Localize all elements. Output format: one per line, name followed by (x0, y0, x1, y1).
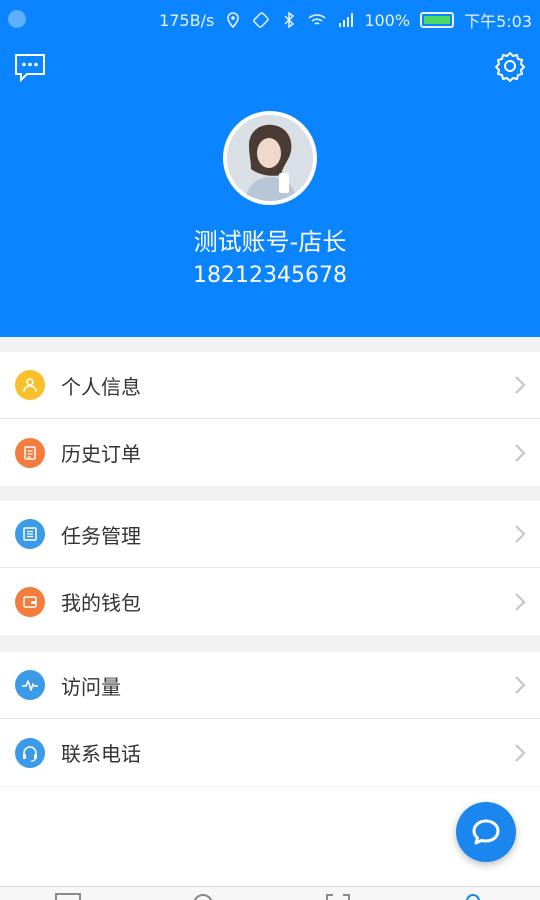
tab-profile-icon[interactable] (460, 893, 486, 900)
chat-icon (472, 819, 500, 845)
avatar[interactable] (223, 111, 317, 205)
battery-icon (420, 12, 455, 28)
menu-item-order-history[interactable]: 历史订单 (0, 419, 540, 486)
menu-group-2: 任务管理 我的钱包 (0, 501, 540, 635)
username: 测试账号-店长 (193, 228, 347, 256)
gear-icon (495, 52, 525, 82)
menu-item-label: 我的钱包 (61, 591, 141, 615)
wallet-icon (15, 586, 45, 617)
wifi-icon (308, 14, 326, 25)
task-list-icon (15, 519, 45, 549)
menu-item-label: 历史订单 (61, 442, 141, 466)
chevron-right-icon (515, 376, 526, 394)
location-icon (227, 12, 240, 29)
phone-number: 18212345678 (193, 263, 347, 288)
menu-item-label: 个人信息 (61, 374, 141, 399)
menu-item-personal-info[interactable]: 个人信息 (0, 352, 540, 419)
menu-item-label: 联系电话 (61, 742, 141, 766)
profile-header: 175B/s 100% 下午5:03 测试账号-店长 18212345678 (0, 0, 540, 337)
chevron-right-icon (515, 743, 526, 762)
headset-icon (15, 737, 45, 768)
cell-signal-icon (339, 13, 354, 27)
rotate-icon (253, 12, 270, 28)
status-bar: 175B/s 100% 下午5:03 (0, 0, 540, 38)
bottom-tab-bar (0, 886, 540, 900)
pulse-icon (15, 670, 45, 700)
app-notification-icon (8, 10, 26, 28)
battery-percent: 100% (364, 10, 411, 30)
menu-item-visits[interactable]: 访问量 (0, 652, 540, 719)
avatar-photo (227, 115, 313, 201)
chevron-right-icon (515, 592, 526, 611)
menu-item-label: 任务管理 (61, 523, 141, 548)
chat-fab[interactable] (456, 802, 516, 862)
menu-item-label: 访问量 (61, 674, 121, 699)
menu-group-3: 访问量 联系电话 (0, 652, 540, 786)
chevron-right-icon (515, 676, 526, 694)
person-icon (15, 370, 45, 400)
tab-home-icon[interactable] (55, 893, 81, 900)
network-speed: 175B/s (159, 10, 215, 30)
message-button[interactable] (14, 51, 46, 83)
bluetooth-icon (284, 11, 295, 29)
menu-item-wallet[interactable]: 我的钱包 (0, 568, 540, 635)
menu-item-contact-phone[interactable]: 联系电话 (0, 719, 540, 786)
chevron-right-icon (515, 443, 526, 462)
menu-item-task-management[interactable]: 任务管理 (0, 501, 540, 568)
chevron-right-icon (515, 525, 526, 543)
clock: 下午5:03 (464, 12, 532, 31)
menu-group-1: 个人信息 历史订单 (0, 352, 540, 486)
tab-scan-icon[interactable] (325, 893, 351, 900)
tab-discover-icon[interactable] (190, 893, 216, 900)
settings-button[interactable] (494, 50, 526, 82)
order-list-icon (15, 437, 45, 468)
chat-bubble-icon (15, 54, 45, 83)
